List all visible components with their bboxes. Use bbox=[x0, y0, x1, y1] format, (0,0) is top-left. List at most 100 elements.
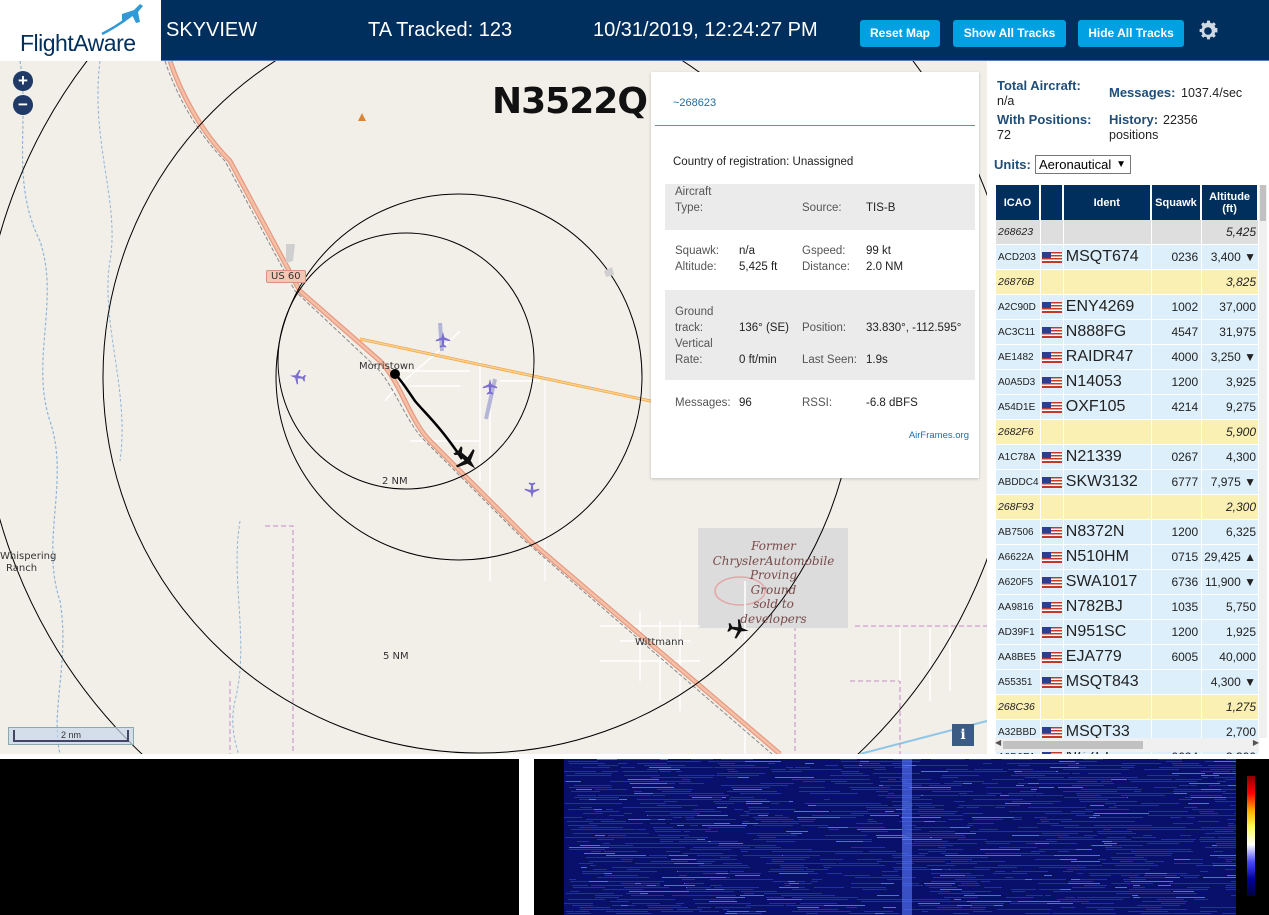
table-row[interactable]: A0A5D3 N14053 1200 3,925 bbox=[996, 370, 1258, 395]
info-icon[interactable]: i bbox=[952, 724, 974, 746]
table-row[interactable]: A2C90D ENY4269 1002 37,000 bbox=[996, 295, 1258, 320]
waterfall-line bbox=[717, 807, 727, 808]
waterfall-line bbox=[918, 903, 940, 904]
waterfall-line bbox=[1122, 763, 1161, 764]
hide-all-tracks-button[interactable]: Hide All Tracks bbox=[1078, 20, 1184, 47]
reset-map-button[interactable]: Reset Map bbox=[860, 20, 940, 47]
waterfall-line bbox=[582, 833, 595, 834]
waterfall-line bbox=[1076, 815, 1093, 816]
zoom-out-button[interactable]: − bbox=[13, 95, 33, 115]
popup-hex-id[interactable]: ~268623 bbox=[673, 97, 716, 109]
col-altitude[interactable]: Altitude (ft) bbox=[1202, 185, 1258, 220]
table-row[interactable]: 26876B 3,825 bbox=[996, 270, 1258, 295]
waterfall-line bbox=[614, 845, 633, 846]
aircraft-icon[interactable] bbox=[726, 617, 750, 641]
waterfall-line bbox=[761, 821, 779, 822]
scroll-left-icon[interactable]: ◀ bbox=[995, 738, 1001, 747]
table-row[interactable]: 268623 5,425 bbox=[996, 220, 1258, 245]
table-row[interactable]: ABDDC4 SKW3132 6777 7,975 ▼ bbox=[996, 470, 1258, 495]
units-label: Units: bbox=[994, 157, 1031, 172]
waterfall-line bbox=[1199, 767, 1236, 768]
waterfall-line bbox=[589, 823, 623, 824]
table-row[interactable]: AD39F1 N951SC 1200 1,925 bbox=[996, 620, 1258, 645]
waterfall-line bbox=[1097, 831, 1132, 832]
waterfall-line bbox=[571, 829, 608, 830]
waterfall-line bbox=[577, 841, 589, 842]
aircraft-table: ICAO Ident Squawk Altitude (ft) 268623 5,… bbox=[995, 185, 1259, 770]
row-flag bbox=[1040, 395, 1063, 420]
waterfall-line bbox=[1203, 877, 1234, 878]
waterfall-line bbox=[842, 773, 863, 774]
waterfall-line bbox=[1092, 845, 1112, 846]
waterfall-line bbox=[676, 777, 693, 778]
scroll-right-icon[interactable]: ▶ bbox=[1253, 738, 1259, 747]
table-row[interactable]: AA8BE5 EJA779 6005 40,000 bbox=[996, 645, 1258, 670]
waterfall-line bbox=[1088, 773, 1121, 774]
gear-icon[interactable] bbox=[1196, 19, 1220, 43]
waterfall-line bbox=[970, 861, 1005, 862]
selected-aircraft-icon[interactable] bbox=[451, 444, 481, 474]
waterfall-line bbox=[953, 913, 969, 914]
table-row[interactable]: 268C36 1,275 bbox=[996, 695, 1258, 720]
waterfall-line bbox=[664, 885, 695, 886]
waterfall-line bbox=[1182, 781, 1194, 782]
row-flag bbox=[1040, 220, 1063, 245]
col-ident[interactable]: Ident bbox=[1063, 185, 1151, 220]
table-row[interactable]: AA9816 N782BJ 1035 5,750 bbox=[996, 595, 1258, 620]
scroll-thumb[interactable] bbox=[1003, 741, 1143, 749]
aircraft-icon[interactable] bbox=[434, 331, 452, 349]
table-row[interactable]: AE1482 RAIDR47 4000 3,250 ▼ bbox=[996, 345, 1258, 370]
waterfall-line bbox=[940, 889, 962, 890]
waterfall-line bbox=[670, 813, 700, 814]
waterfall-line bbox=[619, 763, 627, 764]
waterfall-line bbox=[1035, 859, 1060, 860]
aircraft-icon[interactable] bbox=[289, 368, 307, 386]
waterfall-line bbox=[746, 803, 762, 804]
waterfall-line bbox=[678, 775, 715, 776]
waterfall-line bbox=[1112, 859, 1147, 860]
waterfall-line bbox=[566, 771, 596, 772]
waterfall-line bbox=[635, 863, 678, 864]
table-row[interactable]: ACD203 MSQT674 0236 3,400 ▼ bbox=[996, 245, 1258, 270]
table-row[interactable]: A620F5 SWA1017 6736 11,900 ▼ bbox=[996, 570, 1258, 595]
airframes-link[interactable]: AirFrames.org bbox=[909, 430, 969, 441]
waterfall-line bbox=[1216, 843, 1236, 844]
waterfall-line bbox=[946, 863, 977, 864]
col-squawk[interactable]: Squawk bbox=[1151, 185, 1202, 220]
waterfall-line bbox=[1170, 817, 1181, 818]
waterfall-line bbox=[564, 903, 593, 904]
waterfall-line bbox=[1026, 895, 1043, 896]
table-row[interactable]: A55351 MSQT843 4,300 ▼ bbox=[996, 670, 1258, 695]
aircraft-icon[interactable] bbox=[481, 378, 499, 396]
table-row[interactable]: A6622A N510HM 0715 29,425 ▲ bbox=[996, 545, 1258, 570]
units-select[interactable]: Aeronautical ▼ bbox=[1035, 155, 1131, 174]
col-icao[interactable]: ICAO bbox=[996, 185, 1040, 220]
table-horizontal-scrollbar[interactable]: ◀ ▶ bbox=[995, 738, 1259, 752]
table-row[interactable]: AC3C11 N888FG 4547 31,975 bbox=[996, 320, 1258, 345]
waterfall-line bbox=[1222, 913, 1236, 914]
table-row[interactable]: A54D1E OXF105 4214 9,275 bbox=[996, 395, 1258, 420]
table-row[interactable]: AB7506 N8372N 1200 6,325 bbox=[996, 520, 1258, 545]
row-ident: N14053 bbox=[1063, 370, 1151, 395]
row-ident bbox=[1063, 420, 1151, 445]
waterfall-line bbox=[1232, 771, 1236, 772]
table-vertical-scrollbar[interactable] bbox=[1259, 185, 1267, 738]
table-row[interactable]: 268F93 2,300 bbox=[996, 495, 1258, 520]
waterfall-line bbox=[670, 823, 714, 824]
col-flag[interactable] bbox=[1040, 185, 1063, 220]
zoom-in-button[interactable]: + bbox=[13, 71, 33, 91]
table-row[interactable]: 2682F6 5,900 bbox=[996, 420, 1258, 445]
waterfall-line bbox=[762, 791, 776, 792]
waterfall-line bbox=[667, 851, 680, 852]
waterfall-line bbox=[693, 809, 715, 810]
show-all-tracks-button[interactable]: Show All Tracks bbox=[953, 20, 1066, 47]
signal-scope bbox=[0, 759, 519, 915]
flightaware-logo[interactable]: FlightAware bbox=[0, 0, 161, 61]
waterfall-line bbox=[1213, 865, 1236, 866]
waterfall-line bbox=[708, 827, 745, 828]
aircraft-icon[interactable] bbox=[523, 481, 541, 499]
scroll-thumb[interactable] bbox=[1260, 185, 1266, 221]
table-row[interactable]: A1C78A N21339 0267 4,300 bbox=[996, 445, 1258, 470]
waterfall-line bbox=[920, 815, 963, 816]
waterfall-line bbox=[792, 779, 802, 780]
